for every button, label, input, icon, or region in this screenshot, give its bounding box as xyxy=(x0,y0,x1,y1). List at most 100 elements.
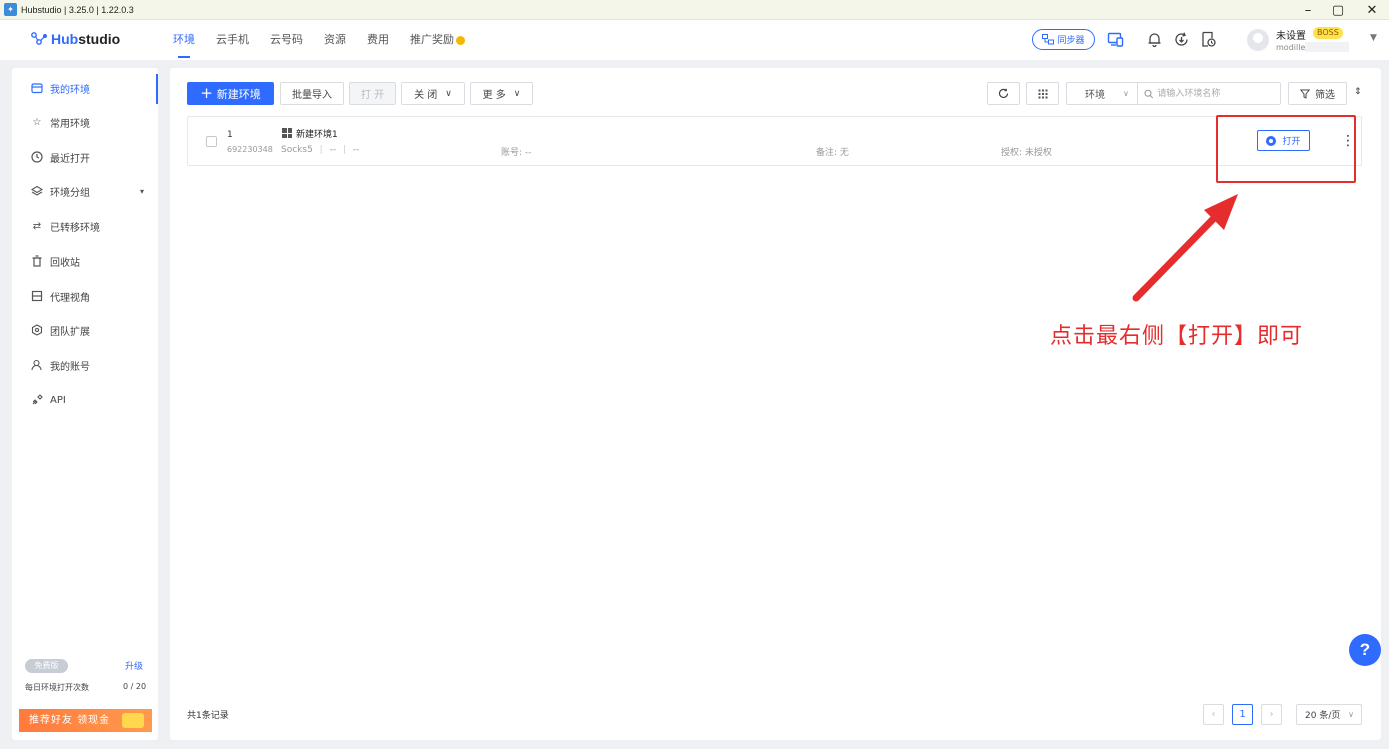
nav-cloud-number[interactable]: 云号码 xyxy=(270,20,303,60)
sidebar-item-team-extensions[interactable]: 团队扩展 xyxy=(12,313,158,347)
app-header: Hubstudio 环境 云手机 云号码 资源 费用 推广奖励 同步器 未设置 … xyxy=(0,20,1389,60)
close-dropdown-label: 关 闭 xyxy=(414,90,438,101)
top-navigation: 环境 云手机 云号码 资源 费用 推广奖励 xyxy=(173,20,486,60)
sidebar: 我的环境 ☆ 常用环境 最近打开 环境分组 ▾ ⇄ 已转移环境 回收站 代理视角 xyxy=(12,68,158,740)
grid-icon xyxy=(1038,89,1047,98)
nav-referral-rewards[interactable]: 推广奖励 xyxy=(410,20,465,60)
grid-view-button[interactable] xyxy=(1026,82,1059,105)
invite-banner-label: 推荐好友 领现金 xyxy=(29,715,111,726)
sidebar-item-my-environments[interactable]: 我的环境 xyxy=(12,71,158,105)
user-menu-chevron-icon[interactable]: ▼ xyxy=(1370,33,1377,43)
team-icon xyxy=(31,324,43,336)
group-icon xyxy=(31,185,43,197)
sidebar-item-my-account[interactable]: 我的账号 xyxy=(12,348,158,382)
open-selected-button[interactable]: 打 开 xyxy=(349,82,396,105)
sidebar-item-favorite-environments[interactable]: ☆ 常用环境 xyxy=(12,105,158,139)
proxy-icon xyxy=(31,290,43,302)
invite-friends-banner[interactable]: 推荐好友 领现金 xyxy=(19,709,152,732)
more-dropdown-button[interactable]: 更 多 ∨ xyxy=(470,82,533,105)
window-title: Hubstudio | 3.25.0 | 1.22.0.3 xyxy=(21,4,134,15)
sidebar-item-transferred-environments[interactable]: ⇄ 已转移环境 xyxy=(12,209,158,243)
user-icon xyxy=(31,359,43,371)
refresh-button[interactable] xyxy=(987,82,1020,105)
avatar[interactable] xyxy=(1247,29,1269,51)
sidebar-item-label: 我的账号 xyxy=(50,361,90,373)
sidebar-item-recycle-bin[interactable]: 回收站 xyxy=(12,244,158,278)
new-environment-button[interactable]: + 新建环境 xyxy=(187,82,274,105)
logo-text-studio: studio xyxy=(78,31,121,47)
batch-import-button[interactable]: 批量导入 xyxy=(280,82,344,105)
account-info: 账号: -- xyxy=(501,148,532,158)
table-row: 1 692230348 新建环境1 Socks5 | -- | -- 账号: -… xyxy=(187,116,1362,166)
page-number-button[interactable]: 1 xyxy=(1232,704,1253,725)
transfer-icon: ⇄ xyxy=(32,220,42,232)
sidebar-item-environment-groups[interactable]: 环境分组 ▾ xyxy=(12,174,158,208)
home-icon xyxy=(31,82,43,94)
sync-icon xyxy=(1042,34,1055,45)
nav-referral-label: 推广奖励 xyxy=(410,33,454,46)
redacted-account-text xyxy=(1305,42,1349,52)
annotation-arrow-icon xyxy=(1132,194,1238,302)
proxy-type: Socks5 xyxy=(281,145,313,155)
api-icon xyxy=(31,394,43,406)
search-scope-select[interactable]: 环境 ∨ xyxy=(1067,83,1138,104)
app-icon: ✦ xyxy=(4,3,17,16)
hubstudio-logo[interactable]: Hubstudio xyxy=(30,30,120,48)
close-window-button[interactable]: ✕ xyxy=(1355,0,1389,20)
row-checkbox[interactable] xyxy=(206,136,217,147)
nav-cloud-phone[interactable]: 云手机 xyxy=(216,20,249,60)
row-index: 1 xyxy=(227,130,233,140)
chevron-down-icon: ∨ xyxy=(445,88,452,99)
chevron-down-icon[interactable]: ▾ xyxy=(140,187,144,196)
update-icon[interactable] xyxy=(1173,31,1190,48)
filter-button[interactable]: 筛选 xyxy=(1288,82,1347,105)
next-page-button[interactable]: › xyxy=(1261,704,1282,725)
authorization-info: 授权: 未授权 xyxy=(1001,148,1052,158)
sidebar-item-label: 团队扩展 xyxy=(50,326,90,338)
maximize-button[interactable]: ▢ xyxy=(1321,0,1355,20)
gift-icon xyxy=(122,713,144,728)
sidebar-item-recently-opened[interactable]: 最近打开 xyxy=(12,140,158,174)
note-info: 备注: 无 xyxy=(816,148,849,158)
sort-icon[interactable]: ⇕ xyxy=(1354,87,1362,97)
sidebar-item-label: 环境分组 xyxy=(50,187,90,199)
plan-badge: 免费版 xyxy=(25,659,68,673)
page-size-select[interactable]: 20 条/页 ∨ xyxy=(1296,704,1362,725)
nav-resources[interactable]: 资源 xyxy=(324,20,346,60)
daily-open-label: 每日环境打开次数 xyxy=(25,683,89,692)
devices-icon[interactable] xyxy=(1107,31,1124,48)
close-dropdown-button[interactable]: 关 闭 ∨ xyxy=(401,82,465,105)
sidebar-item-label: 常用环境 xyxy=(50,118,90,130)
upgrade-link[interactable]: 升级 xyxy=(125,659,143,672)
nav-billing[interactable]: 费用 xyxy=(367,20,389,60)
synchronizer-button[interactable]: 同步器 xyxy=(1032,29,1095,50)
sidebar-item-label: 代理视角 xyxy=(50,292,90,304)
windows-icon xyxy=(282,128,292,138)
search-icon xyxy=(1144,89,1154,98)
sidebar-item-label: API xyxy=(50,394,66,406)
trash-icon xyxy=(31,255,43,267)
task-log-icon[interactable] xyxy=(1200,31,1217,48)
chevron-down-icon: ∨ xyxy=(513,88,521,99)
environment-panel: + 新建环境 批量导入 打 开 关 闭 ∨ 更 多 ∨ 环境 ∨ 筛选 ⇕ 1 xyxy=(170,68,1381,740)
chevron-down-icon: ∨ xyxy=(1123,89,1129,98)
sidebar-item-api[interactable]: API xyxy=(12,383,158,417)
user-name[interactable]: 未设置 xyxy=(1276,27,1306,42)
bell-icon[interactable] xyxy=(1146,31,1163,48)
environment-name[interactable]: 新建环境1 xyxy=(296,127,338,140)
search-input[interactable] xyxy=(1157,84,1280,103)
nav-environment[interactable]: 环境 xyxy=(173,20,195,60)
proxy-extra: -- xyxy=(352,145,360,155)
annotation-text: 点击最右侧【打开】即可 xyxy=(1050,324,1304,349)
minimize-button[interactable]: – xyxy=(1291,0,1325,20)
sidebar-item-label: 最近打开 xyxy=(50,153,90,165)
proxy-info: Socks5 | -- | -- xyxy=(281,145,360,155)
prev-page-button[interactable]: ‹ xyxy=(1203,704,1224,725)
star-icon: ☆ xyxy=(32,116,42,128)
help-button[interactable]: ? xyxy=(1349,634,1381,666)
logo-mark-icon xyxy=(31,32,47,45)
filter-label: 筛选 xyxy=(1315,90,1335,101)
plus-icon: + xyxy=(200,84,213,102)
sidebar-item-proxy-view[interactable]: 代理视角 xyxy=(12,279,158,313)
refresh-icon xyxy=(998,88,1009,98)
